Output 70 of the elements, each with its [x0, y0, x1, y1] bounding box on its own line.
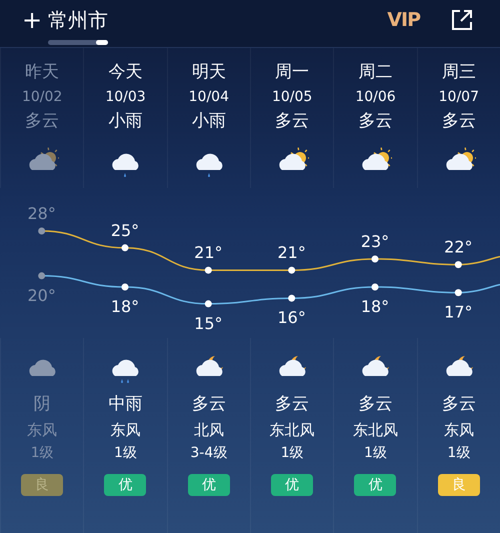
date-label: 10/05: [272, 88, 312, 106]
wind-level: 1级: [364, 444, 387, 462]
vip-button[interactable]: VIP: [387, 6, 420, 34]
day-weather: 多云: [275, 111, 310, 132]
low-temperature: 20°: [27, 286, 56, 305]
add-city-button[interactable]: +: [22, 6, 42, 34]
day-name: 昨天: [25, 62, 60, 83]
air-quality-badge: 优: [354, 474, 396, 496]
temperature-dot: [288, 266, 296, 274]
temperature-dot: [204, 300, 212, 308]
night-weather: 多云: [192, 394, 226, 415]
high-temperature: 28°: [27, 204, 56, 223]
temperature-dot: [38, 228, 46, 234]
temperature-dot: [454, 261, 462, 268]
air-quality-badge: 良: [438, 474, 480, 496]
high-temperature: 25°: [110, 220, 140, 240]
wind-direction: 东北风: [352, 421, 398, 440]
share-icon[interactable]: [450, 8, 474, 32]
date-label: 10/02: [22, 88, 62, 106]
temperature-dot: [122, 284, 128, 290]
night-weather: 多云: [275, 394, 310, 415]
low-temperature: 15°: [194, 314, 223, 333]
night-weather: 多云: [442, 394, 476, 415]
day-weather: 小雨: [192, 111, 226, 132]
wind-level: 3-4级: [190, 444, 228, 462]
day-name: 今天: [108, 62, 142, 83]
low-temperature: 18°: [110, 297, 140, 316]
date-label: 10/04: [188, 88, 229, 106]
temperature-dot: [204, 266, 212, 274]
wind-direction: 东风: [27, 421, 58, 440]
wind-direction: 北风: [194, 421, 224, 440]
wind-level: 1级: [114, 444, 137, 462]
temperature-dot: [372, 256, 378, 262]
date-label: 10/06: [355, 88, 396, 106]
day-name: 周二: [358, 62, 392, 83]
city-name: 常州市: [48, 7, 108, 34]
high-temperature: 21°: [277, 243, 306, 262]
temperature-dot: [122, 244, 128, 252]
wind-level: 1级: [280, 444, 304, 462]
day-weather: 多云: [25, 111, 60, 132]
date-label: 10/03: [105, 88, 146, 106]
day-name: 周一: [275, 62, 310, 83]
wind-direction: 东风: [444, 421, 474, 440]
date-label: 10/07: [438, 88, 479, 106]
high-temperature: 21°: [194, 243, 223, 262]
night-weather: 中雨: [108, 394, 142, 415]
day-weather: 多云: [358, 111, 392, 132]
temperature-dot: [288, 294, 296, 302]
wind-direction: 东北风: [270, 421, 315, 440]
day-name: 周三: [442, 62, 476, 83]
low-temperature: 18°: [360, 297, 390, 316]
air-quality-badge: 优: [271, 474, 314, 496]
low-temperature: 17°: [444, 302, 473, 322]
air-quality-badge: 优: [104, 474, 146, 496]
low-temperature: 16°: [277, 308, 306, 328]
page-indicator: [48, 40, 108, 45]
high-temperature: 23°: [360, 232, 390, 251]
wind-direction: 东风: [110, 421, 140, 440]
day-name: 明天: [192, 62, 226, 83]
high-temperature: 22°: [444, 238, 473, 257]
night-weather: 多云: [358, 394, 392, 415]
wind-level: 1级: [30, 444, 54, 462]
day-weather: 多云: [442, 111, 476, 132]
temperature-dot: [372, 284, 378, 290]
air-quality-badge: 优: [188, 474, 230, 496]
night-weather: 阴: [34, 394, 51, 415]
temperature-dot: [38, 272, 46, 280]
temperature-dot: [454, 289, 462, 296]
wind-level: 1级: [447, 444, 470, 462]
day-weather: 小雨: [108, 111, 142, 132]
